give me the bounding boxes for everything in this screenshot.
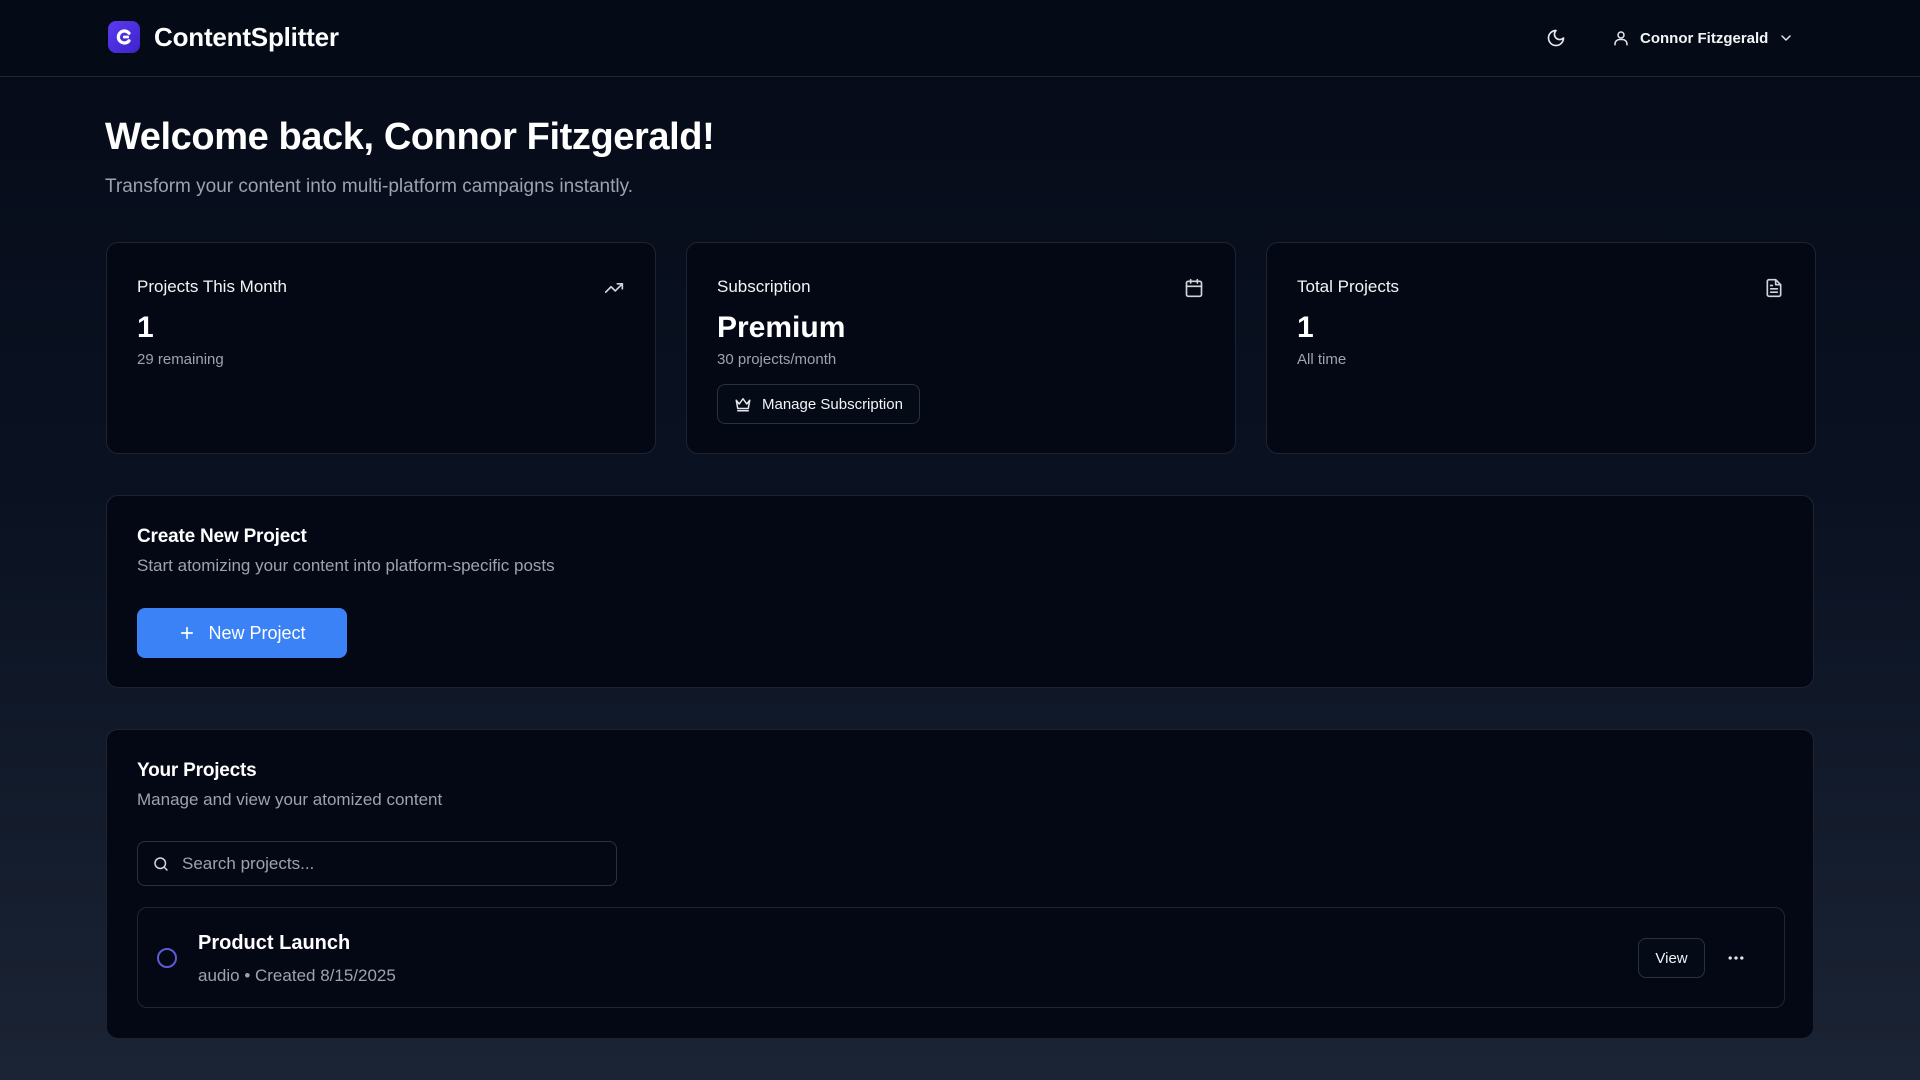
project-select-checkbox[interactable] — [157, 948, 177, 968]
new-project-label: New Project — [208, 622, 306, 643]
more-horizontal-icon — [1728, 956, 1744, 960]
search-icon — [154, 856, 168, 871]
create-project-title: Create New Project — [137, 526, 307, 547]
stat-title: Subscription — [717, 277, 811, 296]
user-icon — [1614, 31, 1628, 46]
stat-subtext: 30 projects/month — [717, 351, 837, 368]
trending-up-icon — [603, 277, 625, 299]
stat-value: Premium — [717, 311, 846, 344]
view-project-button[interactable]: View — [1638, 938, 1705, 978]
stat-subtext: 29 remaining — [137, 351, 224, 368]
project-row[interactable]: Product Launch audio • Created 8/15/2025… — [137, 907, 1785, 1008]
projects-title: Your Projects — [137, 760, 257, 781]
projects-subtitle: Manage and view your atomized content — [137, 790, 443, 809]
new-project-button[interactable]: New Project — [137, 608, 347, 658]
user-menu-button[interactable]: Connor Fitzgerald — [1608, 20, 1798, 56]
calendar-icon — [1183, 277, 1205, 299]
theme-toggle-button[interactable] — [1542, 24, 1570, 52]
plus-icon — [181, 626, 194, 640]
create-project-subtitle: Start atomizing your content into platfo… — [137, 556, 555, 575]
stat-title: Total Projects — [1297, 277, 1400, 296]
search-box — [137, 841, 617, 886]
app-name: ContentSplitter — [154, 21, 339, 52]
project-meta: audio • Created 8/15/2025 — [198, 966, 396, 985]
brand[interactable]: ContentSplitter — [108, 19, 339, 55]
file-text-icon — [1763, 277, 1785, 299]
app-logo-icon — [108, 21, 140, 53]
user-name: Connor Fitzgerald — [1640, 29, 1769, 47]
stat-title: Projects This Month — [137, 277, 287, 296]
top-navbar: ContentSplitter Connor Fitzgerald — [0, 0, 1920, 77]
stat-subtext: All time — [1297, 351, 1347, 368]
stat-value: 1 — [137, 311, 154, 344]
create-project-card: Create New Project Start atomizing your … — [106, 495, 1814, 688]
stat-value: 1 — [1297, 311, 1314, 344]
stat-card-projects-this-month: Projects This Month 1 29 remaining — [106, 242, 656, 454]
project-name: Product Launch — [198, 932, 351, 954]
stat-card-total-projects: Total Projects 1 All time — [1266, 242, 1816, 454]
stat-card-subscription: Subscription Premium 30 projects/month M… — [686, 242, 1236, 454]
page-title: Welcome back, Connor Fitzgerald! — [105, 116, 715, 158]
manage-subscription-label: Manage Subscription — [762, 395, 903, 413]
projects-card: Your Projects Manage and view your atomi… — [106, 729, 1814, 1039]
manage-subscription-button[interactable]: Manage Subscription — [717, 384, 920, 424]
moon-icon — [1547, 29, 1565, 47]
chevron-down-icon — [1781, 35, 1792, 41]
search-input[interactable] — [182, 853, 602, 874]
page-subtitle: Transform your content into multi-platfo… — [105, 176, 633, 197]
crown-icon — [735, 398, 751, 412]
more-options-button[interactable] — [1720, 942, 1752, 974]
